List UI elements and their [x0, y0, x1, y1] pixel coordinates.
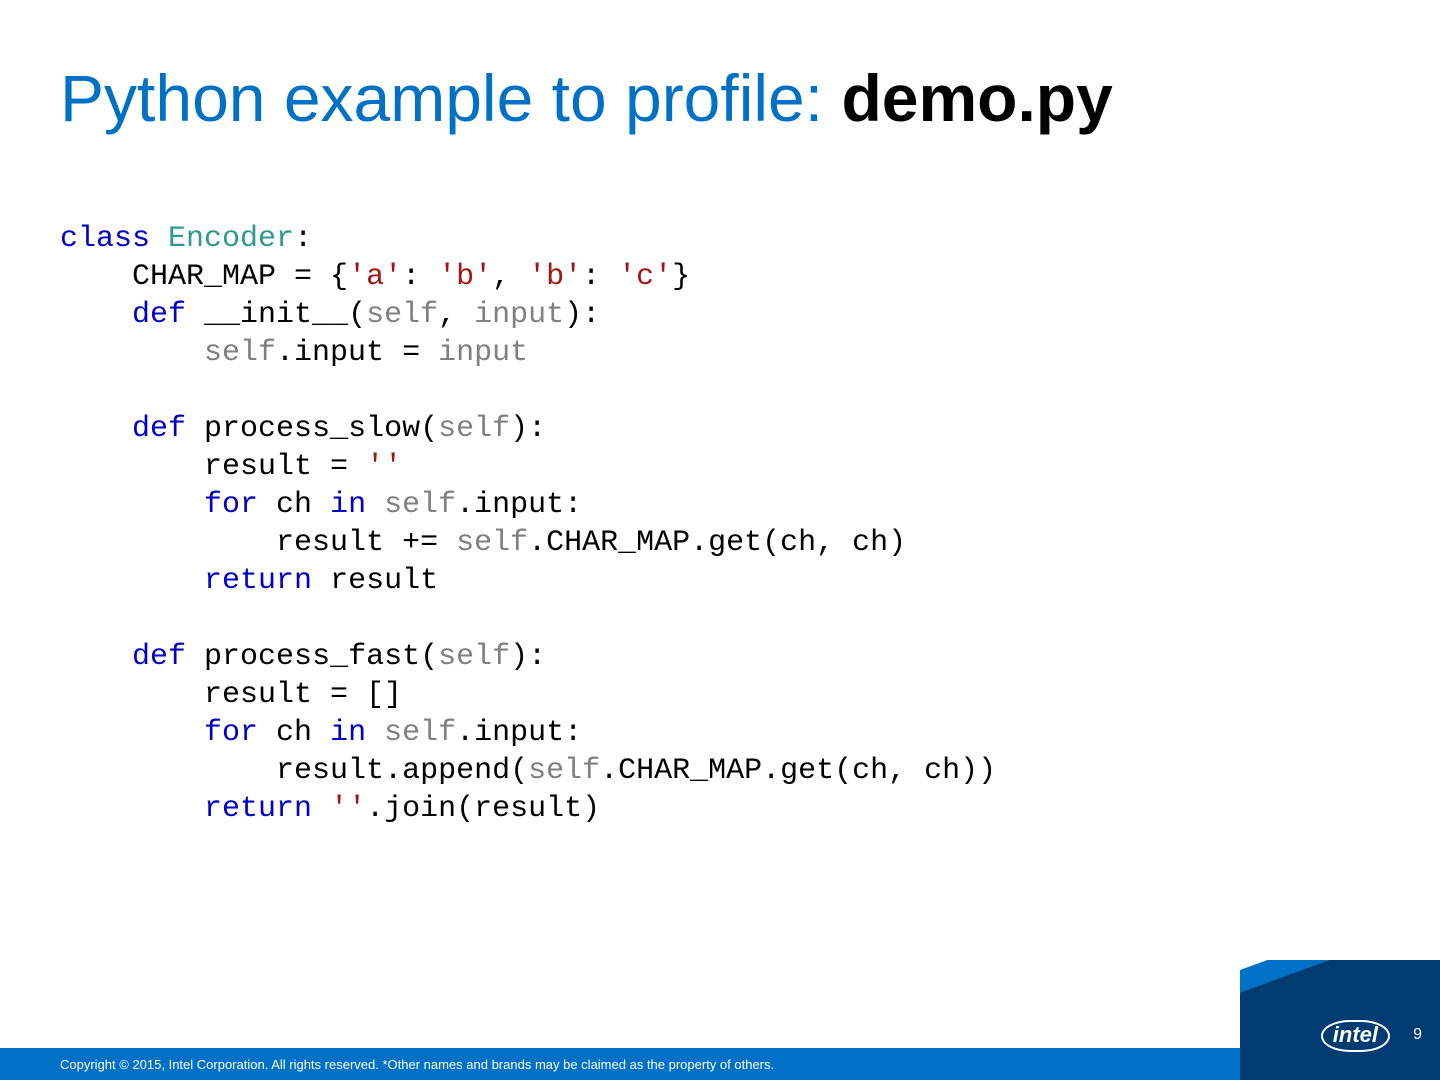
kw-for: for: [204, 716, 258, 750]
str-a: 'a': [348, 260, 402, 294]
comma: ,: [438, 298, 474, 332]
kw-class: class: [60, 222, 150, 256]
charmap-get2: .CHAR_MAP.get(ch, ch)): [600, 754, 996, 788]
kw-return: return: [204, 792, 312, 826]
result-eq-list: result = []: [204, 678, 402, 712]
kw-in: in: [330, 716, 366, 750]
init-name: __init__: [204, 298, 348, 332]
sp: [366, 716, 384, 750]
indent: [60, 526, 276, 560]
lparen: (: [420, 412, 438, 446]
rparen: ):: [510, 640, 546, 674]
page-number: 9: [1413, 1026, 1422, 1044]
rparen: ):: [510, 412, 546, 446]
slide-title: Python example to profile: demo.py: [60, 60, 1113, 136]
dot-input: .input:: [456, 488, 582, 522]
sep2: :: [582, 260, 618, 294]
sep: :: [402, 260, 438, 294]
indent: [60, 412, 132, 446]
slide: Python example to profile: demo.py class…: [0, 0, 1440, 1080]
kw-in: in: [330, 488, 366, 522]
kw-def: def: [132, 412, 186, 446]
self: self: [384, 716, 456, 750]
lparen: (: [420, 640, 438, 674]
str-b2: 'b': [528, 260, 582, 294]
dot-input: .input:: [456, 716, 582, 750]
empty-str2: '': [330, 792, 366, 826]
kw-def: def: [132, 640, 186, 674]
self: self: [366, 298, 438, 332]
indent: [60, 450, 204, 484]
comma: ,: [492, 260, 528, 294]
self: self: [456, 526, 528, 560]
fn-fast: process_fast: [204, 640, 420, 674]
self: self: [438, 640, 510, 674]
rparen: ):: [564, 298, 600, 332]
indent: [60, 298, 132, 332]
dot-input-eq: .input =: [276, 336, 438, 370]
result: result: [312, 564, 438, 598]
join-result: .join(result): [366, 792, 600, 826]
str-b: 'b': [438, 260, 492, 294]
indent: [60, 564, 204, 598]
ch: ch: [258, 716, 330, 750]
kw-return: return: [204, 564, 312, 598]
kw-def: def: [132, 298, 186, 332]
class-name: Encoder: [168, 222, 294, 256]
input-rhs: input: [438, 336, 528, 370]
indent: [60, 336, 204, 370]
close-brace: }: [672, 260, 690, 294]
indent: [60, 640, 132, 674]
sp: [366, 488, 384, 522]
charmap-lhs: CHAR_MAP = {: [132, 260, 348, 294]
title-prefix: Python example to profile:: [60, 61, 841, 135]
lparen: (: [348, 298, 366, 332]
ch: ch: [258, 488, 330, 522]
self: self: [528, 754, 600, 788]
result-eq: result =: [204, 450, 366, 484]
charmap-get: .CHAR_MAP.get(ch, ch): [528, 526, 906, 560]
intel-logo-icon: intel: [1321, 1020, 1390, 1052]
copyright-text: Copyright © 2015, Intel Corporation. All…: [60, 1057, 774, 1072]
code-block: class Encoder: CHAR_MAP = {'a': 'b', 'b'…: [60, 220, 996, 828]
self: self: [384, 488, 456, 522]
param-input: input: [474, 298, 564, 332]
indent: [60, 260, 132, 294]
result-pluseq: result +=: [276, 526, 456, 560]
fn-slow: process_slow: [204, 412, 420, 446]
indent: [60, 678, 204, 712]
footer-bar: Copyright © 2015, Intel Corporation. All…: [0, 1048, 1440, 1080]
str-c: 'c': [618, 260, 672, 294]
result-append: result.append(: [276, 754, 528, 788]
colon: :: [294, 222, 312, 256]
indent: [60, 754, 276, 788]
indent: [60, 488, 204, 522]
title-filename: demo.py: [841, 61, 1112, 135]
kw-for: for: [204, 488, 258, 522]
self: self: [438, 412, 510, 446]
indent: [60, 716, 204, 750]
self: self: [204, 336, 276, 370]
empty-str: '': [366, 450, 402, 484]
indent: [60, 792, 204, 826]
